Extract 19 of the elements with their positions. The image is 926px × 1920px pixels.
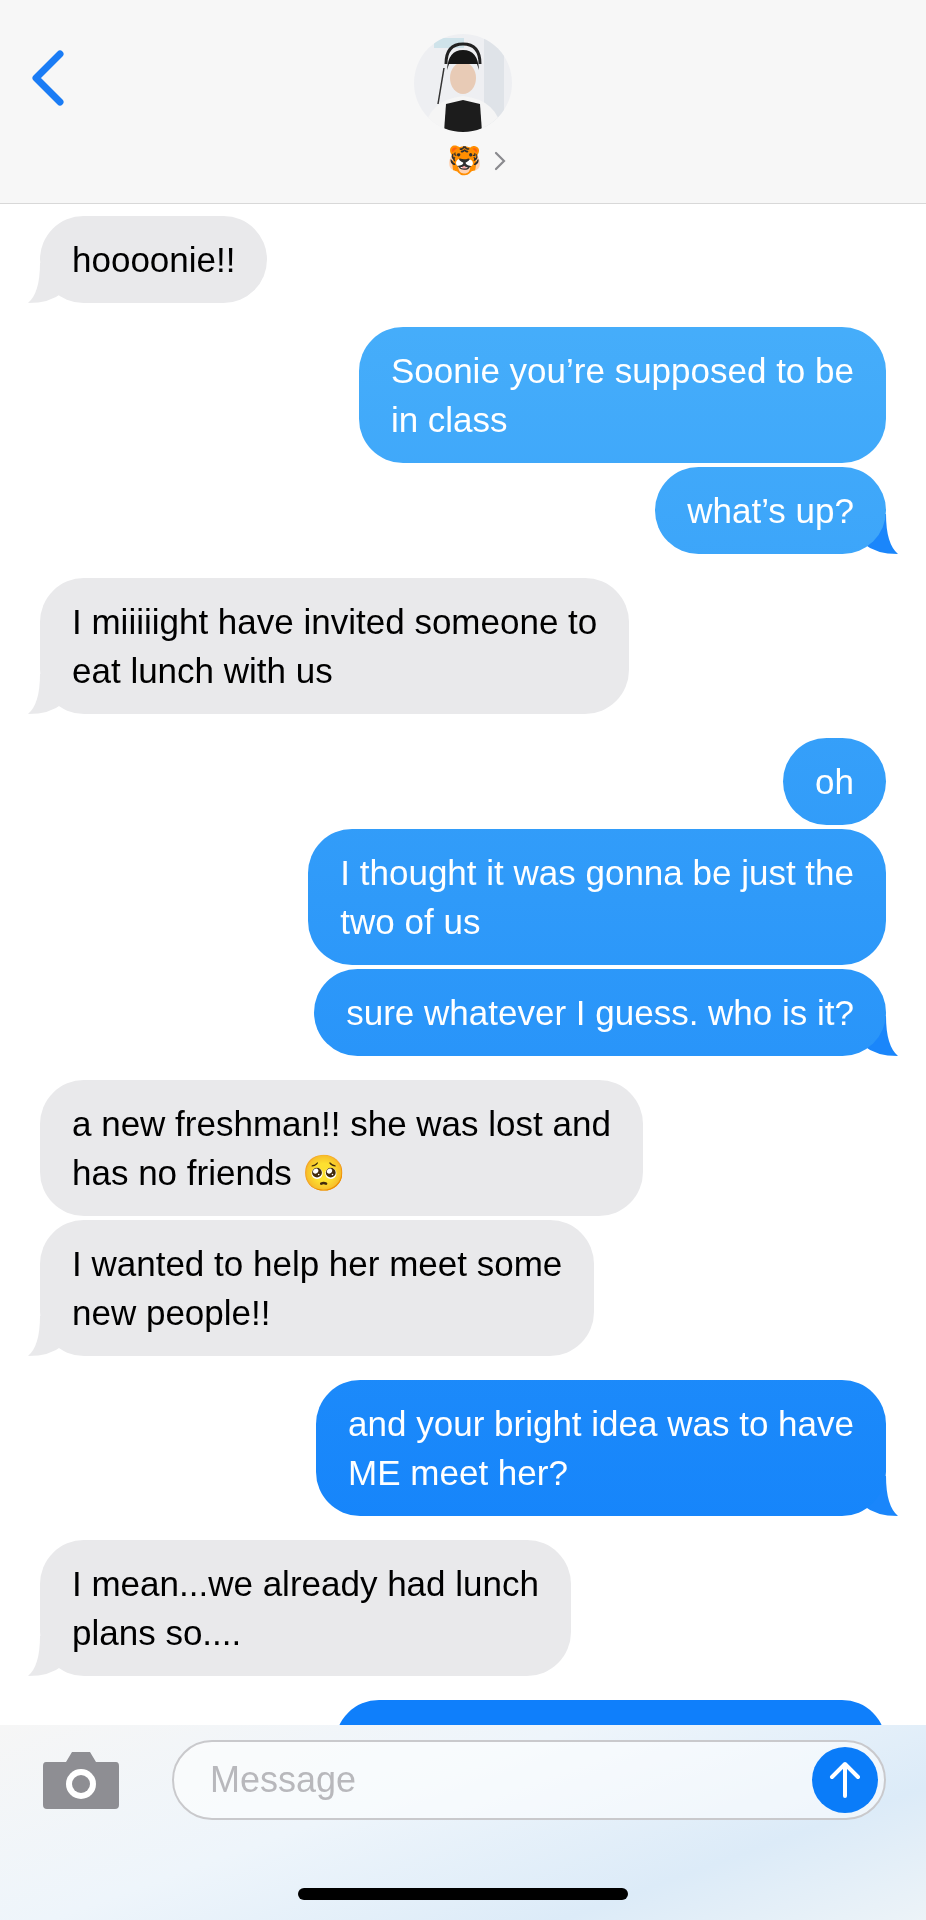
- message-field[interactable]: Message: [172, 1740, 886, 1820]
- received-message: hoooonie!!: [40, 216, 268, 303]
- received-message: I miiiiight have invited someone to eat lunch with us: [40, 578, 630, 714]
- sent-message: I thought it was gonna be just the two of us: [308, 829, 886, 965]
- contact-name[interactable]: 🐯: [446, 144, 482, 178]
- sent-message: oh: [783, 738, 886, 825]
- received-message: a new freshman!! she was lost and has no friends 🥺: [40, 1080, 643, 1216]
- camera-icon[interactable]: [42, 1750, 120, 1810]
- sent-message: what’s up?: [655, 467, 886, 554]
- sent-message: Soonie you’re supposed to be in class: [358, 327, 886, 463]
- message-input[interactable]: Message: [208, 1758, 812, 1802]
- received-message: I mean...we already had lunch plans so....: [40, 1540, 571, 1676]
- sent-message: sure whatever I guess. who is it?: [314, 969, 886, 1056]
- received-message: I wanted to help her meet some new people!!: [40, 1220, 595, 1356]
- chevron-right-icon[interactable]: [493, 151, 506, 171]
- sent-message: and your bright idea was to have ME meet her?: [316, 1380, 886, 1516]
- send-button[interactable]: [812, 1747, 878, 1813]
- arrow-up-icon: [828, 1760, 862, 1800]
- back-icon[interactable]: [30, 50, 66, 106]
